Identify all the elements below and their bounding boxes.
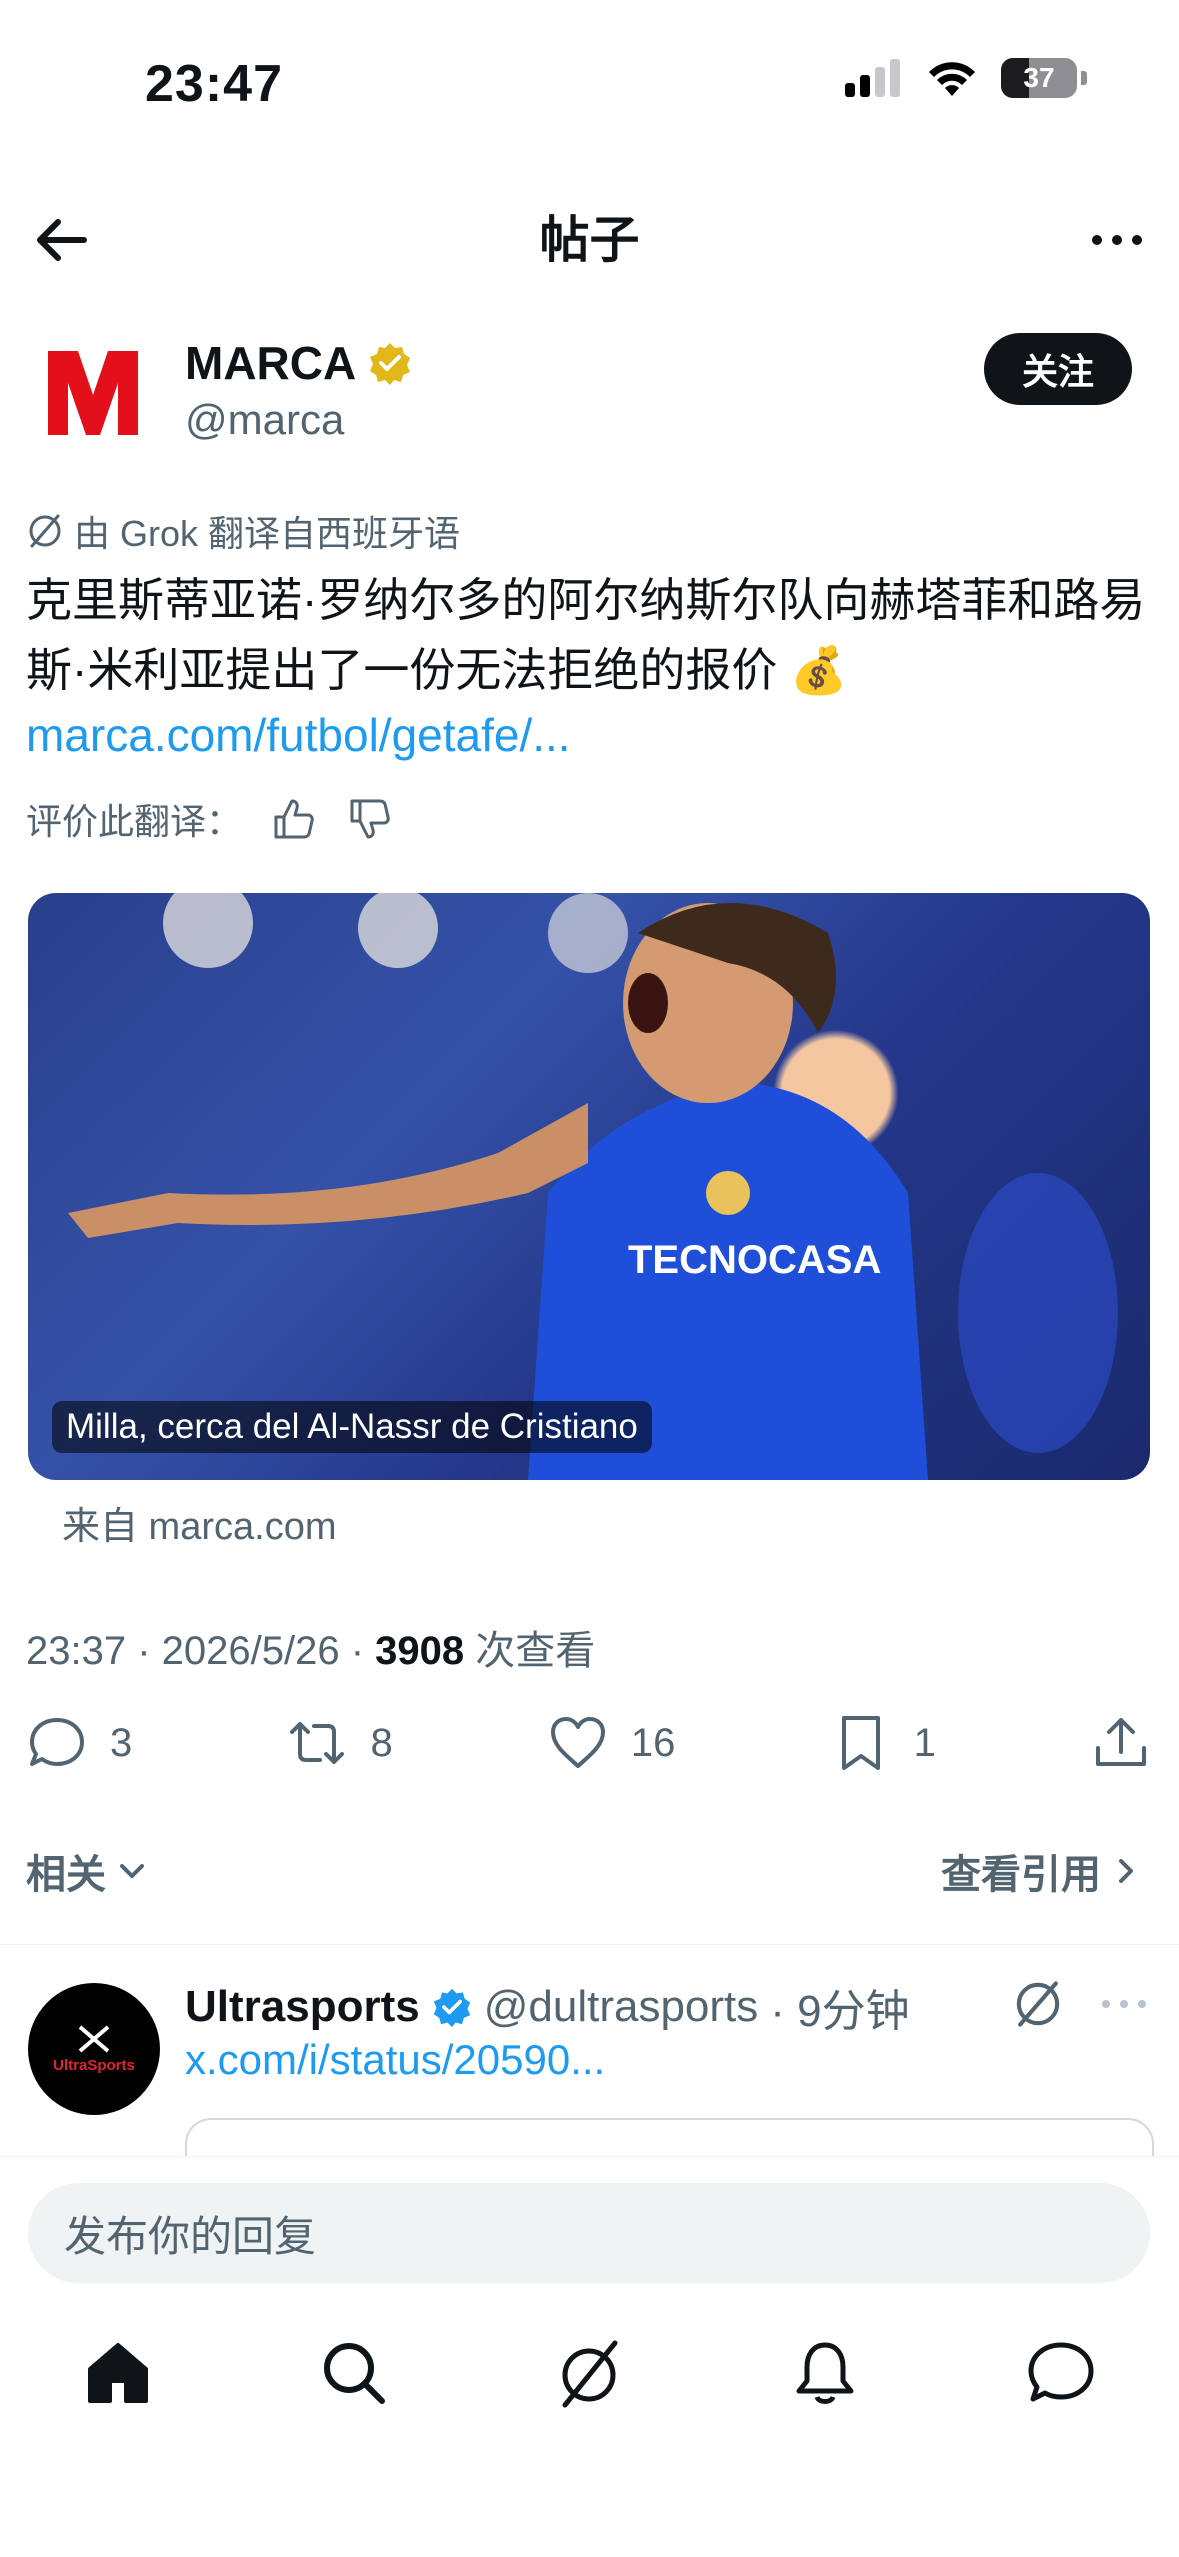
tweet-meta: 23:37 · 2026/5/26 · 3908 次查看 [26,1629,596,1673]
image-caption: Milla, cerca del Al-Nassr de Cristiano [52,1401,652,1453]
share-button[interactable] [1090,1712,1152,1774]
reply-input[interactable]: 发布你的回复 [28,2183,1150,2283]
grok-icon [29,514,61,548]
repost-button[interactable]: 8 [286,1712,393,1774]
tweet-text: 克里斯蒂亚诺·罗纳尔多的阿尔纳斯尔队向赫塔菲和路易斯·米利亚提出了一份无法拒绝的… [26,574,1146,696]
reply-icon [30,1718,84,1766]
chevron-right-icon [1119,1859,1133,1883]
translation-note: 由 Grok 翻译自西班牙语 [26,505,460,557]
marca-logo[interactable] [28,325,158,455]
status-icons: 37 [845,58,1087,98]
follow-button[interactable]: 关注 [983,333,1132,405]
tweet-actions: 3 8 16 1 [26,1712,1152,1774]
reply-avatar[interactable]: UltraSports [28,1983,160,2115]
thumbs-up-icon[interactable] [270,795,318,843]
page-title: 帖子 [539,212,640,268]
grok-icon[interactable] [1012,1978,1064,2030]
tweet-link[interactable]: marca.com/futbol/getafe/... [26,708,571,762]
reply-link[interactable]: x.com/i/status/20590... [185,2036,605,2084]
share-icon [1096,1718,1146,1766]
player-photo: TECNOCASA [68,893,1118,1480]
repost-icon [290,1722,345,1764]
battery-icon: 37 [1001,58,1077,98]
notifications-icon[interactable] [787,2335,863,2411]
wifi-icon [929,62,975,96]
status-time: 23:47 [145,55,283,113]
reply-time: · 9分钟 [770,1987,910,2036]
divider [0,1944,1179,1945]
reply-author-name[interactable]: Ultrasports [185,1982,420,2032]
tab-bar [0,2335,1179,2411]
chevron-down-icon [120,1864,144,1878]
reply-more-icon[interactable] [1097,1978,1151,2030]
home-icon[interactable] [80,2335,156,2411]
link-source[interactable]: 来自 marca.com [62,1495,336,1550]
messages-icon[interactable] [1023,2335,1099,2411]
rate-translation: 评价此翻译： [26,793,394,845]
more-options-icon[interactable] [1085,208,1149,272]
author-handle[interactable]: @marca [185,396,344,444]
reply-button[interactable]: 3 [26,1712,132,1774]
bookmark-button[interactable]: 1 [830,1712,936,1774]
thumbs-down-icon[interactable] [346,795,394,843]
ultrasports-logo-icon [78,2024,110,2053]
bookmark-icon [841,1716,880,1770]
signal-icon [845,59,900,97]
verified-gold-icon [370,343,411,385]
grok-icon[interactable] [551,2335,627,2411]
like-button[interactable]: 16 [547,1712,675,1774]
heart-icon [550,1717,605,1768]
svg-text:TECNOCASA: TECNOCASA [628,1238,881,1282]
reply-author-handle[interactable]: @dultrasports [484,1982,759,2032]
reply-header: Ultrasports @dultrasports · 9分钟 [185,1975,910,2039]
verified-icon [433,1988,470,2027]
related-dropdown[interactable]: 相关 [26,1842,150,1900]
tweet-image[interactable]: TECNOCASA [28,893,1150,1480]
view-quotes-link[interactable]: 查看引用 [941,1842,1141,1900]
author-name[interactable]: MARCA [185,336,412,390]
search-icon[interactable] [316,2335,392,2411]
